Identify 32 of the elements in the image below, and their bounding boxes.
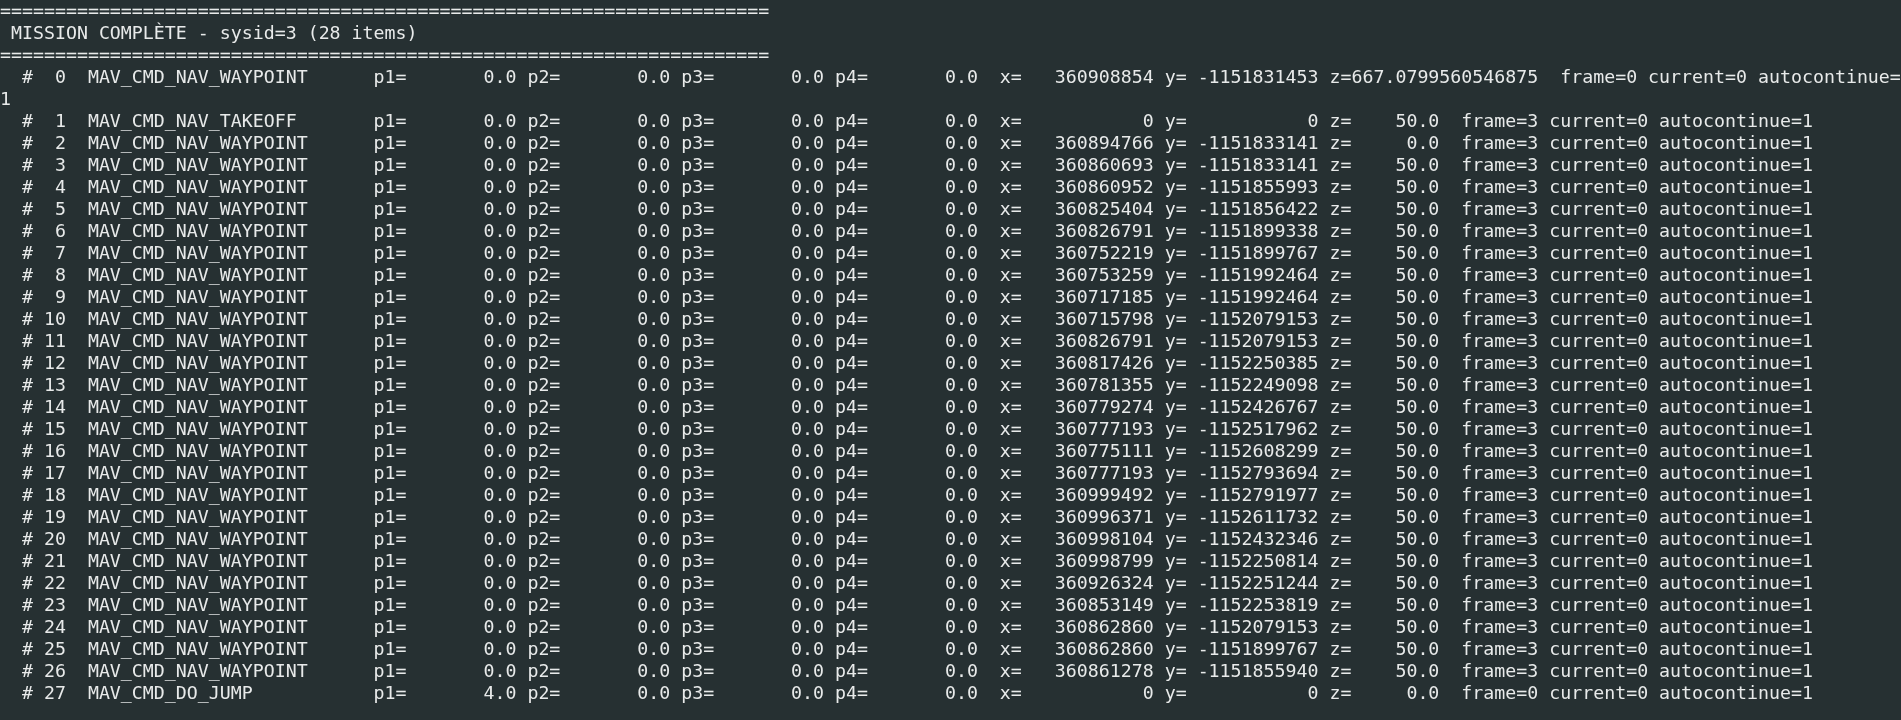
mission-item-line: # 12 MAV_CMD_NAV_WAYPOINT p1= 0.0 p2= 0.0 p3= 0.0 p4= 0.0 x= 360817426 y= -1152250385 z= 50.0 frame=3 current=0 autocontinue=1 <box>20 352 1813 374</box>
mission-item-line: # 15 MAV_CMD_NAV_WAYPOINT p1= 0.0 p2= 0.0 p3= 0.0 p4= 0.0 x= 360777193 y= -1152517962 z= 50.0 frame=3 current=0 autocontinue=1 <box>20 418 1813 440</box>
mission-item-line: # 24 MAV_CMD_NAV_WAYPOINT p1= 0.0 p2= 0.0 p3= 0.0 p4= 0.0 x= 360862860 y= -1152079153 z= 50.0 frame=3 current=0 autocontinue=1 <box>20 616 1813 638</box>
mission-item-line: # 26 MAV_CMD_NAV_WAYPOINT p1= 0.0 p2= 0.0 p3= 0.0 p4= 0.0 x= 360861278 y= -1151855940 z= 50.0 frame=3 current=0 autocontinue=1 <box>20 660 1813 682</box>
mission-item-line: # 2 MAV_CMD_NAV_WAYPOINT p1= 0.0 p2= 0.0 p3= 0.0 p4= 0.0 x= 360894766 y= -1151833141 z= 0.0 frame=3 current=0 autocontinue=1 <box>20 132 1813 154</box>
mission-item-line: # 1 MAV_CMD_NAV_TAKEOFF p1= 0.0 p2= 0.0 p3= 0.0 p4= 0.0 x= 0 y= 0 z= 50.0 frame=3 current=0 autocontinue=1 <box>20 110 1813 132</box>
mission-item-line: 1 <box>0 88 11 110</box>
mission-title: MISSION COMPLÈTE - sysid=3 (28 items) <box>10 22 418 44</box>
mission-item-line: # 27 MAV_CMD_DO_JUMP p1= 4.0 p2= 0.0 p3= 0.0 p4= 0.0 x= 0 y= 0 z= 0.0 frame=0 current=0 autocontinue=1 <box>20 682 1813 704</box>
mission-item-line: # 13 MAV_CMD_NAV_WAYPOINT p1= 0.0 p2= 0.0 p3= 0.0 p4= 0.0 x= 360781355 y= -1152249098 z= 50.0 frame=3 current=0 autocontinue=1 <box>20 374 1813 396</box>
mission-item-line: # 5 MAV_CMD_NAV_WAYPOINT p1= 0.0 p2= 0.0 p3= 0.0 p4= 0.0 x= 360825404 y= -1151856422 z= 50.0 frame=3 current=0 autocontinue=1 <box>20 198 1813 220</box>
mission-item-line: # 21 MAV_CMD_NAV_WAYPOINT p1= 0.0 p2= 0.0 p3= 0.0 p4= 0.0 x= 360998799 y= -1152250814 z= 50.0 frame=3 current=0 autocontinue=1 <box>20 550 1813 572</box>
mission-item-line: # 9 MAV_CMD_NAV_WAYPOINT p1= 0.0 p2= 0.0 p3= 0.0 p4= 0.0 x= 360717185 y= -1151992464 z= 50.0 frame=3 current=0 autocontinue=1 <box>20 286 1813 308</box>
mission-item-line: # 18 MAV_CMD_NAV_WAYPOINT p1= 0.0 p2= 0.0 p3= 0.0 p4= 0.0 x= 360999492 y= -1152791977 z= 50.0 frame=3 current=0 autocontinue=1 <box>20 484 1813 506</box>
mission-item-line: # 23 MAV_CMD_NAV_WAYPOINT p1= 0.0 p2= 0.0 p3= 0.0 p4= 0.0 x= 360853149 y= -1152253819 z= 50.0 frame=3 current=0 autocontinue=1 <box>20 594 1813 616</box>
mission-item-line: # 10 MAV_CMD_NAV_WAYPOINT p1= 0.0 p2= 0.0 p3= 0.0 p4= 0.0 x= 360715798 y= -1152079153 z= 50.0 frame=3 current=0 autocontinue=1 <box>20 308 1813 330</box>
mission-item-line: # 17 MAV_CMD_NAV_WAYPOINT p1= 0.0 p2= 0.0 p3= 0.0 p4= 0.0 x= 360777193 y= -1152793694 z= 50.0 frame=3 current=0 autocontinue=1 <box>20 462 1813 484</box>
mission-item-line: # 20 MAV_CMD_NAV_WAYPOINT p1= 0.0 p2= 0.0 p3= 0.0 p4= 0.0 x= 360998104 y= -1152432346 z= 50.0 frame=3 current=0 autocontinue=1 <box>20 528 1813 550</box>
rule-line: ====================================================================== <box>0 44 770 66</box>
mission-item-line: # 0 MAV_CMD_NAV_WAYPOINT p1= 0.0 p2= 0.0 p3= 0.0 p4= 0.0 x= 360908854 y= -1151831453 z=667.0799560546875 frame=0 current=0 autocontinue= <box>20 66 1901 88</box>
mission-item-line: # 6 MAV_CMD_NAV_WAYPOINT p1= 0.0 p2= 0.0 p3= 0.0 p4= 0.0 x= 360826791 y= -1151899338 z= 50.0 frame=3 current=0 autocontinue=1 <box>20 220 1813 242</box>
mission-item-line: # 3 MAV_CMD_NAV_WAYPOINT p1= 0.0 p2= 0.0 p3= 0.0 p4= 0.0 x= 360860693 y= -1151833141 z= 50.0 frame=3 current=0 autocontinue=1 <box>20 154 1813 176</box>
mission-item-line: # 19 MAV_CMD_NAV_WAYPOINT p1= 0.0 p2= 0.0 p3= 0.0 p4= 0.0 x= 360996371 y= -1152611732 z= 50.0 frame=3 current=0 autocontinue=1 <box>20 506 1813 528</box>
mission-item-line: # 14 MAV_CMD_NAV_WAYPOINT p1= 0.0 p2= 0.0 p3= 0.0 p4= 0.0 x= 360779274 y= -1152426767 z= 50.0 frame=3 current=0 autocontinue=1 <box>20 396 1813 418</box>
mission-item-line: # 16 MAV_CMD_NAV_WAYPOINT p1= 0.0 p2= 0.0 p3= 0.0 p4= 0.0 x= 360775111 y= -1152608299 z= 50.0 frame=3 current=0 autocontinue=1 <box>20 440 1813 462</box>
mission-item-line: # 4 MAV_CMD_NAV_WAYPOINT p1= 0.0 p2= 0.0 p3= 0.0 p4= 0.0 x= 360860952 y= -1151855993 z= 50.0 frame=3 current=0 autocontinue=1 <box>20 176 1813 198</box>
mission-item-line: # 11 MAV_CMD_NAV_WAYPOINT p1= 0.0 p2= 0.0 p3= 0.0 p4= 0.0 x= 360826791 y= -1152079153 z= 50.0 frame=3 current=0 autocontinue=1 <box>20 330 1813 352</box>
mission-item-line: # 25 MAV_CMD_NAV_WAYPOINT p1= 0.0 p2= 0.0 p3= 0.0 p4= 0.0 x= 360862860 y= -1151899767 z= 50.0 frame=3 current=0 autocontinue=1 <box>20 638 1813 660</box>
rule-line: ====================================================================== <box>0 0 770 22</box>
mission-item-line: # 7 MAV_CMD_NAV_WAYPOINT p1= 0.0 p2= 0.0 p3= 0.0 p4= 0.0 x= 360752219 y= -1151899767 z= 50.0 frame=3 current=0 autocontinue=1 <box>20 242 1813 264</box>
mission-item-line: # 22 MAV_CMD_NAV_WAYPOINT p1= 0.0 p2= 0.0 p3= 0.0 p4= 0.0 x= 360926324 y= -1152251244 z= 50.0 frame=3 current=0 autocontinue=1 <box>20 572 1813 594</box>
mission-item-line: # 8 MAV_CMD_NAV_WAYPOINT p1= 0.0 p2= 0.0 p3= 0.0 p4= 0.0 x= 360753259 y= -1151992464 z= 50.0 frame=3 current=0 autocontinue=1 <box>20 264 1813 286</box>
